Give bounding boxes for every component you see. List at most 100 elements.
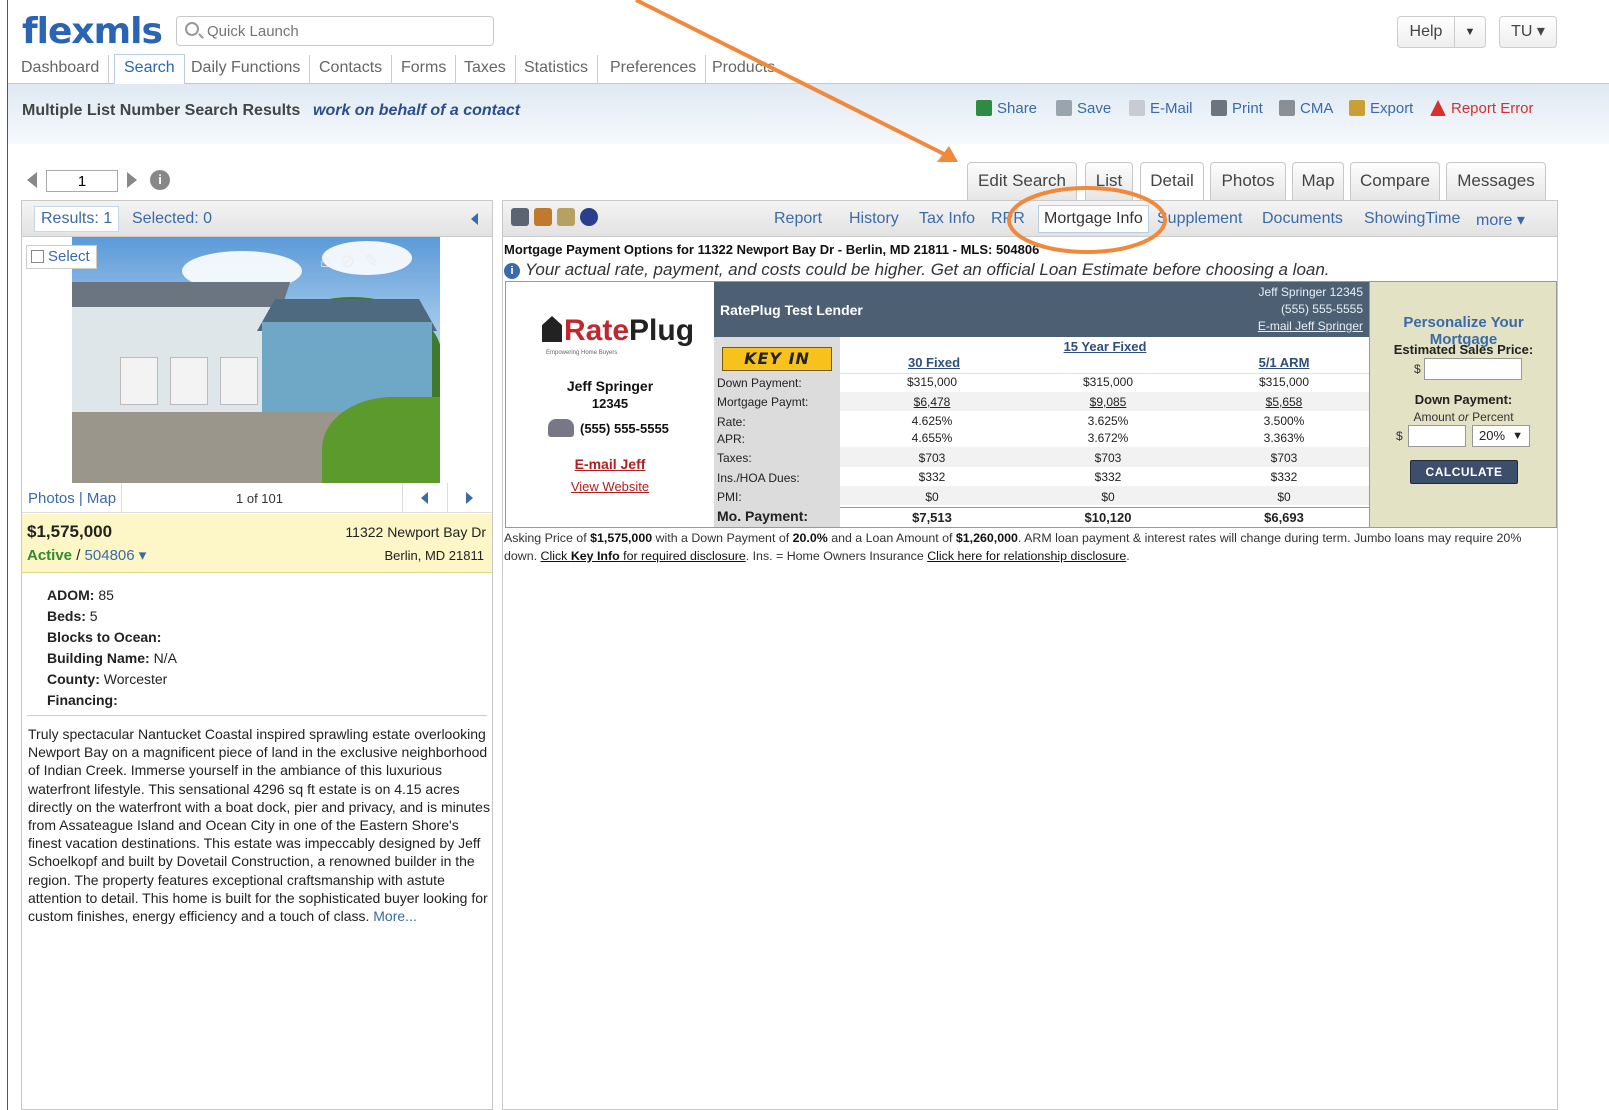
address-street: 11322 Newport Bay Dr — [345, 524, 486, 540]
report-error-button[interactable]: Report Error — [1430, 100, 1534, 117]
row-label-column: KEY IN Down Payment: Mortgage Paymt: Rat… — [714, 337, 840, 527]
photos-map-links[interactable]: Photos | Map — [28, 490, 116, 507]
nav-tab-taxes[interactable]: Taxes — [455, 55, 516, 84]
calculate-button[interactable]: CALCULATE — [1410, 460, 1518, 484]
email-lender-link[interactable]: E-mail Jeff — [506, 456, 714, 472]
tab-edit-search[interactable]: Edit Search — [967, 162, 1077, 200]
results-count-button[interactable]: Results: 1 — [34, 206, 120, 232]
relationship-disclosure-link[interactable]: Click here for relationship disclosure — [927, 549, 1126, 563]
results-header: Multiple List Number Search Results work… — [8, 84, 1609, 144]
photo-action-icons[interactable]: ⌂ ⊘ ✎ — [320, 251, 381, 272]
popout-icon[interactable] — [511, 208, 529, 226]
annotation-arrowhead — [937, 146, 958, 162]
tab-compare[interactable]: Compare — [1350, 162, 1440, 200]
quick-launch[interactable] — [176, 16, 494, 46]
subtab-showingtime[interactable]: ShowingTime — [1364, 210, 1460, 228]
listing-photo[interactable] — [72, 237, 440, 483]
select-checkbox[interactable]: Select — [26, 245, 97, 269]
price-status-box: $1,575,000 Active / 504806 ▾ 11322 Newpo… — [22, 514, 492, 573]
lender-agent-name: Jeff Springer — [566, 378, 654, 394]
search-icon — [185, 22, 199, 36]
notes-icon[interactable] — [557, 208, 575, 226]
subtab-tax-info[interactable]: Tax Info — [919, 210, 975, 228]
page-number-input[interactable] — [46, 170, 118, 192]
table-cell[interactable]: $5,658 — [1219, 395, 1349, 409]
pager-next-arrow[interactable] — [127, 172, 137, 188]
selected-count[interactable]: Selected: 0 — [132, 210, 212, 228]
column-30-fixed[interactable]: 30 Fixed — [869, 355, 999, 370]
quick-launch-input[interactable] — [207, 21, 487, 41]
listing-summary-panel: Results: 1 Selected: 0 Select ⌂ ⊘ ✎ Phot… — [21, 200, 493, 1110]
down-payment-percent-select[interactable]: 20% ▼ — [1472, 425, 1530, 447]
save-button[interactable]: Save — [1056, 100, 1111, 117]
nav-tab-preferences[interactable]: Preferences — [601, 55, 707, 84]
column-15-year-fixed[interactable]: 15 Year Fixed — [1045, 339, 1165, 354]
fact-row: Financing: — [47, 690, 177, 711]
subtab-documents[interactable]: Documents — [1262, 210, 1343, 228]
key-info-disclosure-link[interactable]: Click Key Info for required disclosure — [541, 549, 746, 563]
print-button[interactable]: Print — [1211, 100, 1263, 117]
nav-tab-forms[interactable]: Forms — [392, 55, 457, 84]
listing-facts: ADOM: 85 Beds: 5 Blocks to Ocean: Buildi… — [47, 585, 177, 711]
photo-prev-arrow[interactable] — [421, 492, 428, 504]
tab-detail[interactable]: Detail — [1140, 162, 1204, 202]
globe-icon[interactable] — [580, 208, 598, 226]
row-label: APR: — [717, 432, 746, 446]
subtab-history[interactable]: History — [849, 210, 899, 228]
view-website-link[interactable]: View Website — [506, 479, 714, 494]
chevron-down-icon[interactable]: ▾ — [139, 547, 147, 564]
nav-tab-contacts[interactable]: Contacts — [310, 55, 393, 84]
down-payment-label: Down Payment: — [1414, 392, 1513, 407]
info-icon[interactable]: i — [150, 170, 170, 190]
subtab-mortgage-info[interactable]: Mortgage Info — [1038, 205, 1149, 233]
nav-tab-statistics[interactable]: Statistics — [515, 55, 599, 84]
photo-nav-bar: Photos | Map 1 of 101 — [22, 483, 492, 513]
tab-messages[interactable]: Messages — [1446, 162, 1546, 200]
subtab-rpr[interactable]: RPR — [991, 210, 1025, 228]
pager-prev-arrow[interactable] — [27, 172, 37, 188]
down-payment-amount-input[interactable] — [1408, 425, 1466, 447]
table-cell[interactable]: $6,478 — [867, 395, 997, 409]
listing-description: Truly spectacular Nantucket Coastal insp… — [28, 725, 492, 925]
sales-price-input[interactable] — [1424, 358, 1522, 380]
mls-number-link[interactable]: 504806 — [85, 547, 135, 564]
footnote-price: $1,575,000 — [590, 531, 653, 545]
cma-button[interactable]: CMA — [1279, 100, 1333, 117]
subtab-more[interactable]: more ▾ — [1476, 210, 1525, 230]
work-on-behalf-link[interactable]: work on behalf of a contact — [313, 102, 520, 120]
table-cell: $10,120 — [1084, 510, 1132, 525]
nav-tab-daily-functions[interactable]: Daily Functions — [182, 55, 311, 84]
fact-value: Worcester — [103, 671, 168, 687]
tab-list[interactable]: List — [1085, 162, 1133, 200]
rateplug-logo[interactable]: RatePlug — [542, 314, 694, 348]
column-5-1-arm[interactable]: 5/1 ARM — [1219, 355, 1349, 370]
tab-map[interactable]: Map — [1292, 162, 1344, 200]
nav-tab-search[interactable]: Search — [114, 54, 185, 85]
table-cell: $6,693 — [1264, 510, 1304, 525]
subtab-report[interactable]: Report — [774, 210, 822, 228]
key-info-button[interactable]: KEY IN — [722, 347, 832, 371]
phone-icon — [548, 419, 574, 437]
collapse-panel-arrow[interactable] — [471, 213, 478, 225]
agent-icon[interactable] — [534, 208, 552, 226]
fact-label: Financing: — [47, 692, 118, 708]
help-button[interactable]: Help — [1397, 16, 1455, 48]
subtab-supplement[interactable]: Supplement — [1157, 210, 1242, 228]
nav-tab-dashboard[interactable]: Dashboard — [12, 55, 110, 84]
description-more-link[interactable]: More... — [373, 908, 417, 924]
user-menu-button[interactable]: TU ▾ — [1499, 16, 1557, 48]
export-button[interactable]: Export — [1349, 100, 1413, 117]
tab-photos[interactable]: Photos — [1210, 162, 1286, 200]
contact-email-link[interactable]: E-mail Jeff Springer — [1258, 318, 1363, 335]
table-cell[interactable]: $9,085 — [1043, 395, 1173, 409]
nav-tab-products[interactable]: Products — [703, 55, 784, 84]
photo-next-arrow[interactable] — [466, 492, 473, 504]
share-button[interactable]: Share — [976, 100, 1037, 117]
row-label: PMI: — [717, 490, 742, 504]
help-dropdown-button[interactable]: ▼ — [1454, 16, 1486, 48]
row-label: Ins./HOA Dues: — [717, 471, 800, 485]
flexmls-logo[interactable]: flexmls — [22, 12, 163, 52]
row-label: Rate: — [717, 415, 746, 429]
fact-row: Beds: 5 — [47, 606, 177, 627]
email-button[interactable]: E-Mail — [1129, 100, 1193, 117]
